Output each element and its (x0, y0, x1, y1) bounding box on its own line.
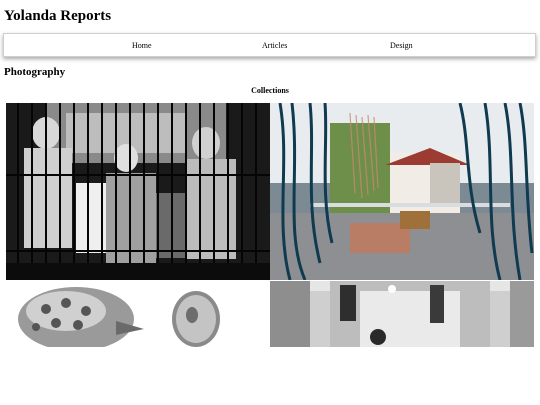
photo-bw-bars[interactable] (6, 103, 270, 280)
nav-home-link[interactable]: Home (132, 41, 152, 50)
nav-articles-link[interactable]: Articles (262, 41, 287, 50)
photo-gallery-interior-image (270, 281, 534, 347)
photo-rooftop-cords[interactable] (270, 103, 534, 280)
photo-bw-bars-image (6, 103, 270, 280)
top-nav: Home Articles Design (3, 33, 536, 57)
collections-subtitle: Collections (251, 86, 289, 95)
photo-rooftop-cords-image (270, 103, 534, 280)
photo-patterned-hat-image (6, 281, 270, 347)
site-title: Yolanda Reports (4, 8, 112, 24)
photo-gallery-interior[interactable] (270, 281, 534, 347)
nav-design-link[interactable]: Design (390, 41, 413, 50)
photo-patterned-hat[interactable] (6, 281, 270, 347)
section-title: Photography (4, 66, 66, 78)
